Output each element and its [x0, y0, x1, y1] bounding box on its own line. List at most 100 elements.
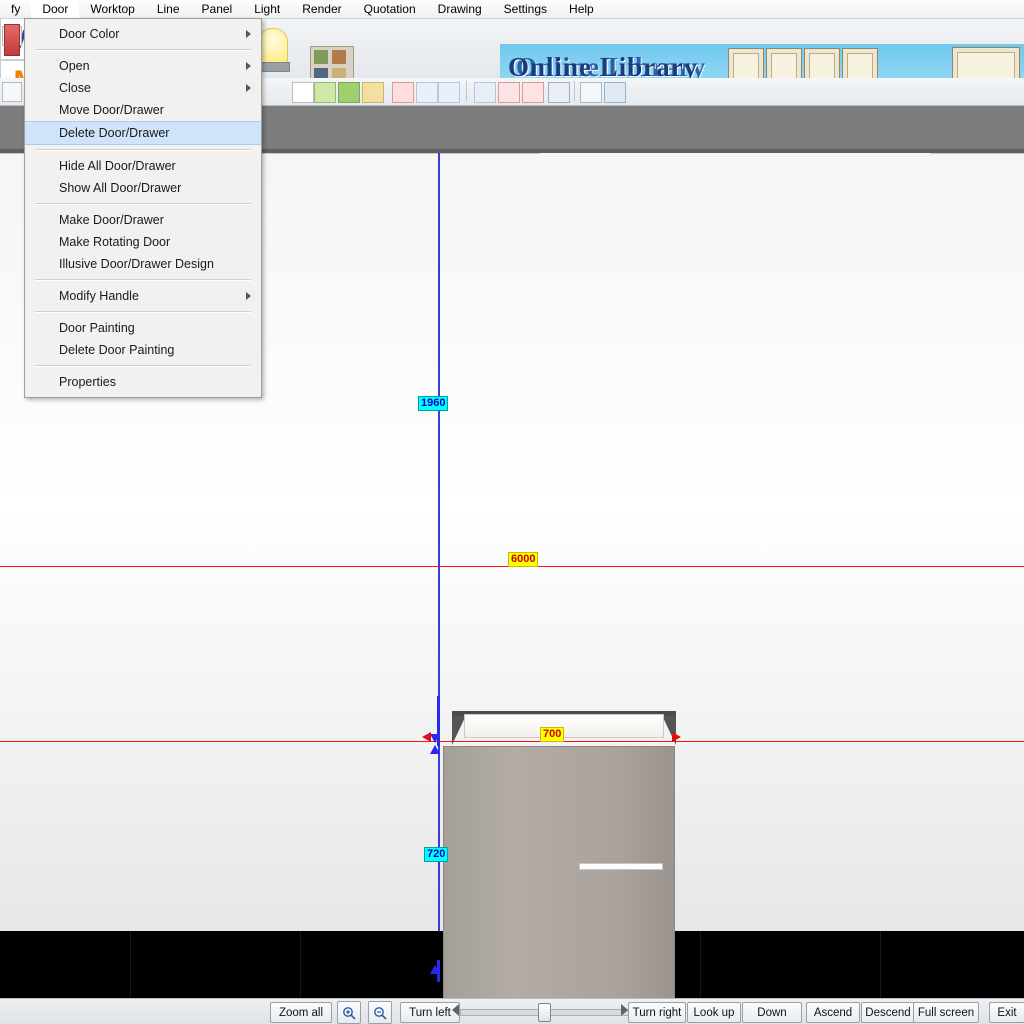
menu-option-label: Modify Handle	[59, 289, 139, 303]
zoom-all-button[interactable]: Zoom all	[270, 1002, 332, 1023]
glass-icon[interactable]	[4, 24, 20, 56]
view-slider-knob[interactable]	[538, 1003, 551, 1022]
full-screen-button[interactable]: Full screen	[913, 1002, 979, 1023]
slider-left-cap	[452, 1004, 459, 1016]
zoom-in-button[interactable]	[337, 1001, 361, 1024]
arrow-left-700	[422, 732, 431, 742]
arrow-up-left	[430, 745, 440, 754]
menu-item-panel[interactable]: Panel	[191, 0, 244, 18]
exit-button[interactable]: Exit	[989, 1002, 1024, 1023]
menu-option-label: Open	[59, 59, 90, 73]
refresh-icon[interactable]	[522, 82, 544, 103]
menu-separator	[35, 49, 251, 51]
bottom-toolbar: Zoom all Turn left Turn right Look up Do…	[0, 998, 1024, 1024]
menu-option-make-rotating-door[interactable]: Make Rotating Door	[25, 231, 261, 253]
tick-vertical-upper	[437, 696, 440, 746]
menu-separator	[35, 279, 251, 281]
chevron-right-icon	[246, 30, 251, 38]
descend-button[interactable]: Descend	[861, 1002, 915, 1023]
menu-item-quotation[interactable]: Quotation	[353, 0, 427, 18]
door-dropdown-menu[interactable]: Door Color Open Close Move Door/Drawer D…	[24, 18, 262, 398]
select-arrow-icon[interactable]	[292, 82, 314, 103]
menu-option-label: Door Color	[59, 27, 120, 41]
menu-option-close[interactable]: Close	[25, 77, 261, 99]
dimension-700: 700	[540, 727, 565, 742]
menu-item-worktop[interactable]: Worktop	[79, 0, 145, 18]
menu-option-properties[interactable]: Properties	[25, 371, 261, 393]
menu-separator	[35, 365, 251, 367]
slider-right-cap	[621, 1004, 628, 1016]
down-button[interactable]: Down	[742, 1002, 802, 1023]
menu-item-render[interactable]: Render	[291, 0, 352, 18]
menu-option-label: Move Door/Drawer	[59, 103, 164, 117]
menu-option-delete-door-painting[interactable]: Delete Door Painting	[25, 339, 261, 361]
menu-option-label: Properties	[59, 375, 116, 389]
turn-right-button[interactable]: Turn right	[628, 1002, 686, 1023]
menu-separator	[35, 311, 251, 313]
menu-item-light[interactable]: Light	[243, 0, 291, 18]
texture-swatch-2	[332, 50, 346, 64]
menu-option-door-painting[interactable]: Door Painting	[25, 317, 261, 339]
menu-option-make-door-drawer[interactable]: Make Door/Drawer	[25, 209, 261, 231]
chevron-right-icon	[246, 84, 251, 92]
menu-option-illusive-door-drawer-design[interactable]: Illusive Door/Drawer Design	[25, 253, 261, 275]
menu-separator	[35, 203, 251, 205]
tool-icon-new[interactable]	[2, 82, 22, 102]
redo-icon[interactable]	[438, 82, 460, 103]
note-icon[interactable]	[580, 82, 602, 103]
turn-left-button[interactable]: Turn left	[400, 1002, 460, 1023]
undo-icon[interactable]	[416, 82, 438, 103]
menu-option-modify-handle[interactable]: Modify Handle	[25, 285, 261, 307]
move-icon[interactable]	[548, 82, 570, 103]
menu-option-show-all-door-drawer[interactable]: Show All Door/Drawer	[25, 177, 261, 199]
menu-option-label: Make Door/Drawer	[59, 213, 164, 227]
menu-option-label: Delete Door Painting	[59, 343, 175, 357]
menu-item-door[interactable]: Door	[31, 0, 80, 18]
menu-option-label: Close	[59, 81, 91, 95]
look-up-button[interactable]: Look up	[687, 1002, 741, 1023]
cabinet-body[interactable]	[443, 746, 675, 999]
menu-bar: fy Door Worktop Line Panel Light Render …	[0, 0, 1024, 19]
mirror-icon[interactable]	[474, 82, 496, 103]
zoom-in-icon	[343, 1006, 356, 1020]
menu-option-label: Delete Door/Drawer	[59, 126, 170, 140]
menu-item-help[interactable]: Help	[558, 0, 605, 18]
menu-option-label: Illusive Door/Drawer Design	[59, 257, 214, 271]
chevron-right-icon	[246, 292, 251, 300]
rotate-icon[interactable]	[498, 82, 520, 103]
dimension-1960: 1960	[418, 396, 449, 411]
menu-option-open[interactable]: Open	[25, 55, 261, 77]
delete-icon[interactable]	[392, 82, 414, 103]
menu-option-label: Door Painting	[59, 321, 135, 335]
ascend-button[interactable]: Ascend	[806, 1002, 860, 1023]
wall-line-right	[930, 153, 1024, 154]
menu-item-fy[interactable]: fy	[0, 0, 31, 18]
banner-text: Online Library	[508, 52, 699, 79]
zoom-out-icon	[374, 1006, 387, 1020]
light-bulb-icon[interactable]	[258, 28, 288, 64]
drawer-handle[interactable]	[579, 863, 663, 870]
dimension-720: 720	[424, 847, 449, 862]
tick-vertical-lower	[437, 960, 440, 982]
folder-icon[interactable]	[362, 82, 384, 103]
cube-icon[interactable]	[314, 82, 336, 103]
texture-swatch-1	[314, 50, 328, 64]
menu-option-label: Show All Door/Drawer	[59, 181, 182, 195]
online-library-banner[interactable]: Online Library Online Library	[500, 44, 1024, 79]
menu-option-move-door-drawer[interactable]: Move Door/Drawer	[25, 99, 261, 121]
axis-line-vertical	[438, 153, 440, 999]
menu-item-settings[interactable]: Settings	[493, 0, 558, 18]
menu-option-label: Make Rotating Door	[59, 235, 171, 249]
dimension-6000: 6000	[508, 552, 539, 567]
menu-option-hide-all-door-drawer[interactable]: Hide All Door/Drawer	[25, 155, 261, 177]
zoom-out-button[interactable]	[368, 1001, 392, 1024]
chevron-right-icon	[246, 62, 251, 70]
menu-option-label: Hide All Door/Drawer	[59, 159, 176, 173]
menu-option-delete-door-drawer[interactable]: Delete Door/Drawer	[25, 121, 261, 145]
menu-item-line[interactable]: Line	[146, 0, 191, 18]
arrow-right-700	[672, 732, 681, 742]
menu-option-door-color[interactable]: Door Color	[25, 23, 261, 45]
image-icon[interactable]	[604, 82, 626, 103]
menu-item-drawing[interactable]: Drawing	[427, 0, 493, 18]
map-icon[interactable]	[338, 82, 360, 103]
